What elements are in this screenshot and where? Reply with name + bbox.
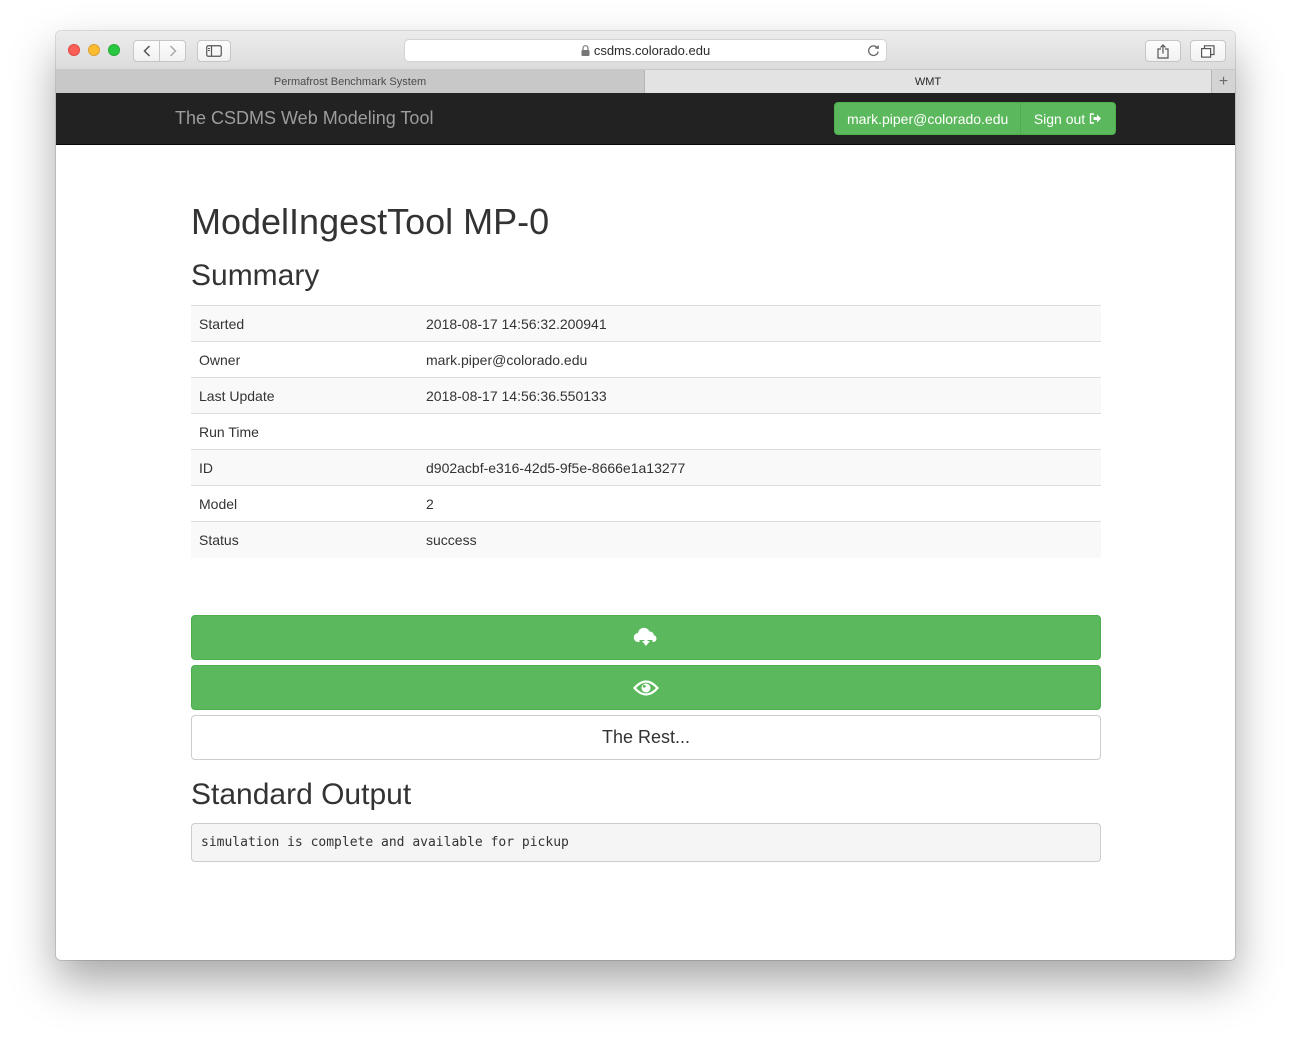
share-button[interactable] bbox=[1145, 40, 1181, 62]
standard-output-block: simulation is complete and available for… bbox=[191, 823, 1101, 862]
row-value: d902acbf-e316-42d5-9f5e-8666e1a13277 bbox=[418, 449, 1101, 486]
minimize-window-button[interactable] bbox=[88, 44, 100, 56]
tab-permafrost[interactable]: Permafrost Benchmark System bbox=[56, 70, 645, 93]
chevron-left-icon bbox=[142, 45, 150, 57]
row-label: Owner bbox=[191, 341, 418, 378]
standard-output-text: simulation is complete and available for… bbox=[201, 835, 569, 850]
page-title: ModelIngestTool MP-0 bbox=[191, 201, 550, 242]
row-value: 2 bbox=[418, 485, 1101, 522]
table-row: Owner mark.piper@colorado.edu bbox=[191, 341, 1101, 378]
app-navbar: The CSDMS Web Modeling Tool mark.piper@c… bbox=[56, 93, 1235, 145]
row-value bbox=[418, 413, 1101, 450]
the-rest-button[interactable]: The Rest... bbox=[191, 715, 1101, 760]
row-value: mark.piper@colorado.edu bbox=[418, 341, 1101, 378]
browser-toolbar: csdms.colorado.edu bbox=[56, 31, 1235, 70]
history-nav bbox=[133, 40, 186, 62]
sidebar-toggle-button[interactable] bbox=[197, 40, 231, 62]
table-row: Status success bbox=[191, 521, 1101, 558]
reload-icon[interactable] bbox=[867, 44, 880, 57]
standard-output-heading: Standard Output bbox=[191, 778, 412, 811]
chevron-right-icon bbox=[169, 45, 177, 57]
tab-label: WMT bbox=[914, 75, 942, 88]
new-tab-button[interactable]: + bbox=[1211, 70, 1235, 93]
address-text: csdms.colorado.edu bbox=[593, 43, 711, 58]
table-row: Started 2018-08-17 14:56:32.200941 bbox=[191, 305, 1101, 342]
view-button[interactable] bbox=[191, 665, 1101, 710]
user-email: mark.piper@colorado.edu bbox=[847, 110, 1009, 127]
user-account-button[interactable]: mark.piper@colorado.edu bbox=[834, 102, 1021, 135]
summary-table: Started 2018-08-17 14:56:32.200941 Owner… bbox=[191, 305, 1101, 558]
sign-out-icon bbox=[1089, 113, 1102, 124]
table-row: Model 2 bbox=[191, 485, 1101, 522]
close-window-button[interactable] bbox=[68, 44, 80, 56]
row-label: Status bbox=[191, 521, 418, 558]
row-label: Last Update bbox=[191, 377, 418, 414]
app-brand[interactable]: The CSDMS Web Modeling Tool bbox=[175, 108, 433, 129]
summary-heading: Summary bbox=[191, 259, 320, 292]
share-icon bbox=[1157, 43, 1169, 59]
row-label: Model bbox=[191, 485, 418, 522]
cloud-download-icon bbox=[633, 627, 657, 646]
address-bar[interactable]: csdms.colorado.edu bbox=[404, 39, 887, 62]
row-label: Run Time bbox=[191, 413, 418, 450]
table-row: Run Time bbox=[191, 413, 1101, 450]
forward-button[interactable] bbox=[160, 41, 185, 61]
table-row: Last Update 2018-08-17 14:56:36.550133 bbox=[191, 377, 1101, 414]
eye-icon bbox=[633, 679, 659, 696]
tabs-overview-icon bbox=[1201, 44, 1215, 58]
zoom-window-button[interactable] bbox=[108, 44, 120, 56]
row-value: 2018-08-17 14:56:32.200941 bbox=[418, 305, 1101, 342]
tab-bar: Permafrost Benchmark System WMT + bbox=[56, 70, 1235, 94]
download-button[interactable] bbox=[191, 615, 1101, 660]
tab-wmt[interactable]: WMT bbox=[645, 70, 1211, 93]
table-row: ID d902acbf-e316-42d5-9f5e-8666e1a13277 bbox=[191, 449, 1101, 486]
lock-icon bbox=[581, 45, 590, 56]
row-label: ID bbox=[191, 449, 418, 486]
back-button[interactable] bbox=[134, 41, 160, 61]
plus-icon: + bbox=[1218, 72, 1229, 90]
browser-window: csdms.colorado.edu Permafrost Benchmark … bbox=[56, 31, 1235, 960]
row-label: Started bbox=[191, 305, 418, 342]
sign-out-button[interactable]: Sign out bbox=[1020, 102, 1116, 135]
row-value: success bbox=[418, 521, 1101, 558]
sidebar-icon bbox=[206, 45, 222, 57]
show-tabs-button[interactable] bbox=[1190, 40, 1226, 62]
sign-out-label: Sign out bbox=[1033, 110, 1086, 127]
row-value: 2018-08-17 14:56:36.550133 bbox=[418, 377, 1101, 414]
the-rest-label: The Rest... bbox=[601, 727, 691, 747]
tab-label: Permafrost Benchmark System bbox=[273, 75, 427, 88]
